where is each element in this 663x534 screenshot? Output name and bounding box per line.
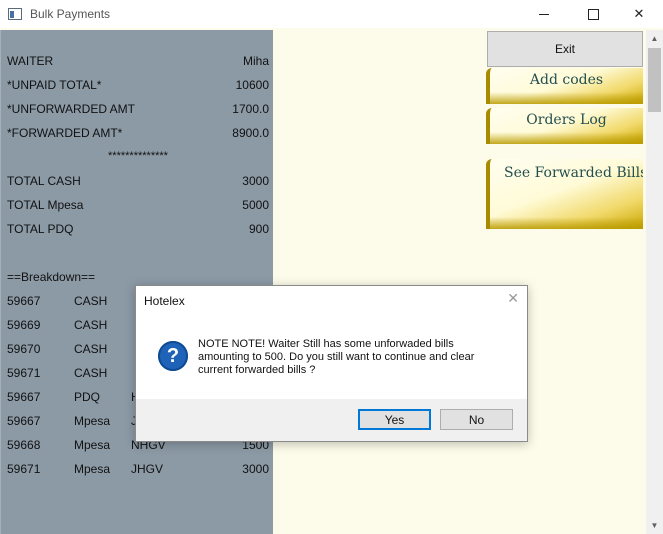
unpaid-total-row: *UNPAID TOTAL* 10600	[7, 78, 269, 94]
app-window-icon	[8, 8, 22, 20]
exit-button[interactable]: Exit	[487, 31, 643, 67]
payment-method: CASH	[74, 342, 108, 356]
total-pdq-value: 900	[248, 222, 269, 236]
payment-method: Mpesa	[74, 462, 111, 476]
payment-method: CASH	[74, 294, 108, 308]
bill-id: 59667	[7, 390, 41, 404]
bill-id: 59670	[7, 342, 41, 356]
unforwarded-amt-label: *UNFORWARDED AMT	[7, 102, 136, 116]
maximize-icon	[587, 8, 599, 20]
payment-amount: 3000	[242, 462, 269, 476]
total-pdq-row: TOTAL PDQ 900	[7, 222, 269, 238]
add-codes-label: Add codes	[529, 72, 604, 88]
payment-method: PDQ	[74, 390, 101, 404]
unpaid-total-label: *UNPAID TOTAL*	[7, 78, 102, 92]
forwarded-amt-row: *FORWARDED AMT* 8900.0	[7, 126, 269, 142]
vertical-scrollbar[interactable]: ▲ ▼	[646, 30, 663, 534]
total-mpesa-value: 5000	[242, 198, 269, 212]
maximize-button[interactable]	[570, 0, 616, 28]
minimize-button[interactable]	[521, 0, 567, 28]
dialog-close-icon[interactable]: ✕	[507, 290, 519, 307]
waiter-label: WAITER	[7, 54, 54, 68]
orders-log-label: Orders Log	[526, 112, 607, 128]
separator: **************	[108, 150, 168, 162]
client-area: WAITER Miha *UNPAID TOTAL* 10600 *UNFORW…	[0, 28, 663, 534]
breakdown-row: 59671 Mpesa JHGV 3000	[7, 462, 269, 478]
bill-id: 59669	[7, 318, 41, 332]
scroll-thumb[interactable]	[648, 48, 661, 112]
minimize-icon	[539, 13, 549, 15]
payment-method: CASH	[74, 366, 108, 380]
window-title: Bulk Payments	[30, 7, 111, 21]
total-cash-value: 3000	[242, 174, 269, 188]
dialog-title: Hotelex	[144, 294, 185, 308]
payment-method: Mpesa	[74, 438, 111, 452]
see-forwarded-bills-button[interactable]: See Forwarded Bills	[486, 159, 643, 229]
no-button[interactable]: No	[440, 409, 513, 430]
forwarded-amt-label: *FORWARDED AMT*	[7, 126, 123, 140]
close-icon: ✕	[633, 6, 645, 21]
orders-log-button[interactable]: Orders Log	[486, 108, 643, 144]
add-codes-button[interactable]: Add codes	[486, 68, 643, 104]
yes-button[interactable]: Yes	[358, 409, 431, 430]
payment-method: Mpesa	[74, 414, 111, 428]
total-mpesa-row: TOTAL Mpesa 5000	[7, 198, 269, 214]
close-window-button[interactable]: ✕	[616, 0, 662, 28]
total-cash-row: TOTAL CASH 3000	[7, 174, 269, 190]
dialog-message: NOTE NOTE! Waiter Still has some unforwa…	[198, 338, 508, 377]
total-mpesa-label: TOTAL Mpesa	[7, 198, 84, 212]
bill-id: 59671	[7, 366, 41, 380]
payment-code: JHGV	[131, 462, 164, 476]
total-cash-label: TOTAL CASH	[7, 174, 81, 188]
dialog-message-line: current forwarded bills ?	[198, 364, 316, 376]
breakdown-header: ==Breakdown==	[7, 270, 96, 284]
unpaid-total-value: 10600	[235, 78, 269, 92]
dialog-footer: Yes No	[136, 399, 527, 441]
bill-id: 59667	[7, 294, 41, 308]
question-icon: ?	[158, 341, 188, 371]
waiter-row: WAITER Miha	[7, 54, 269, 70]
scroll-up-icon[interactable]: ▲	[646, 30, 663, 47]
bill-id: 59671	[7, 462, 41, 476]
confirm-dialog: Hotelex ✕ ? NOTE NOTE! Waiter Still has …	[135, 285, 528, 442]
breakdown-header-row: ==Breakdown==	[7, 270, 269, 286]
bill-id: 59667	[7, 414, 41, 428]
scroll-down-icon[interactable]: ▼	[646, 517, 663, 534]
dialog-message-line: amounting to 500. Do you still want to c…	[198, 351, 475, 363]
bill-summary-panel: WAITER Miha *UNPAID TOTAL* 10600 *UNFORW…	[0, 30, 273, 534]
title-bar: Bulk Payments ✕	[0, 0, 663, 28]
dialog-message-line: NOTE NOTE! Waiter Still has some unforwa…	[198, 338, 454, 350]
unforwarded-amt-row: *UNFORWARDED AMT 1700.0	[7, 102, 269, 118]
see-forwarded-bills-label: See Forwarded Bills	[504, 165, 643, 181]
forwarded-amt-value: 8900.0	[232, 126, 269, 140]
waiter-value: Miha	[242, 54, 269, 68]
total-pdq-label: TOTAL PDQ	[7, 222, 74, 236]
unforwarded-amt-value: 1700.0	[232, 102, 269, 116]
payment-method: CASH	[74, 318, 108, 332]
separator-row: **************	[7, 150, 269, 166]
bill-id: 59668	[7, 438, 41, 452]
